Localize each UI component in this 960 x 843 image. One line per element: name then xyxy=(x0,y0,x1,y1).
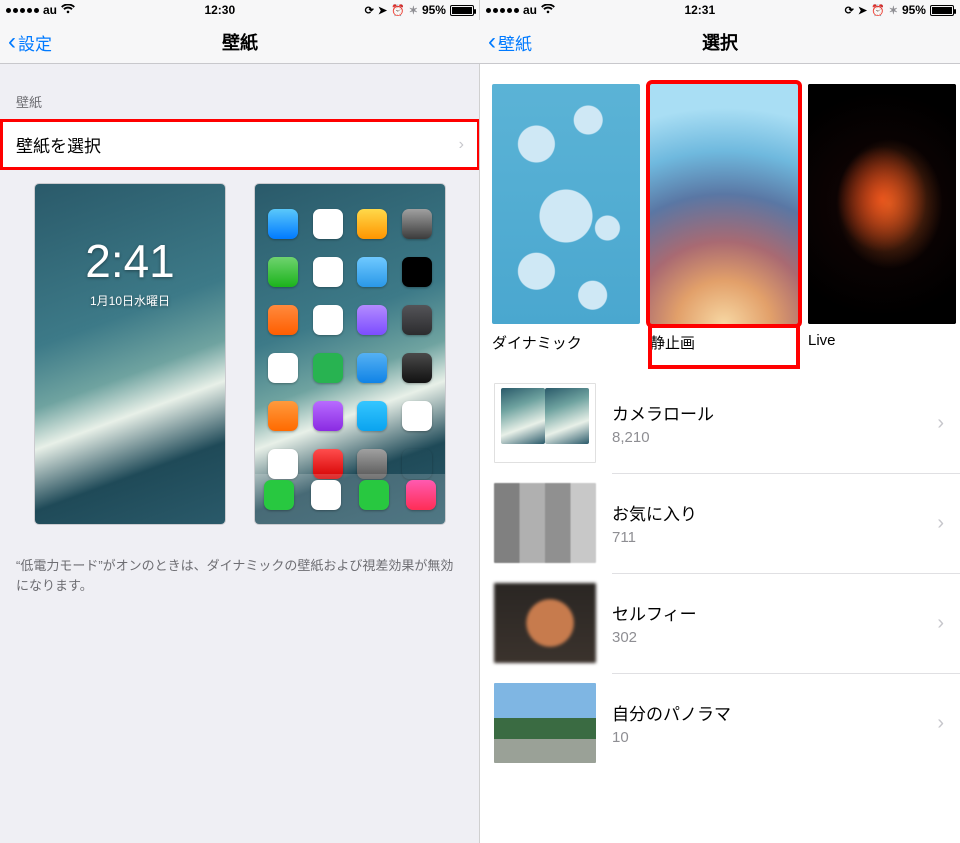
carrier-label: au xyxy=(43,3,57,17)
back-button[interactable]: ‹ 設定 xyxy=(8,20,52,64)
album-name: 自分のパノラマ xyxy=(612,700,937,725)
choose-wallpaper-label: 壁紙を選択 xyxy=(16,132,101,157)
lock-date: 1月10日水曜日 xyxy=(35,292,225,309)
home-screen-preview[interactable] xyxy=(255,184,445,524)
album-thumb xyxy=(494,683,596,763)
category-thumb xyxy=(650,84,798,324)
wallpaper-categories: ダイナミック 静止画 Live xyxy=(480,64,960,373)
chevron-right-icon: › xyxy=(459,136,464,154)
album-name: カメラロール xyxy=(612,400,937,425)
battery-icon xyxy=(930,5,954,16)
bluetooth-icon: ✶ xyxy=(409,4,418,17)
back-label: 設定 xyxy=(18,30,52,55)
chevron-right-icon: › xyxy=(937,612,946,635)
orientation-lock-icon: ⟳ xyxy=(845,4,854,17)
album-name: お気に入り xyxy=(612,500,937,525)
category-label: Live xyxy=(808,332,956,363)
lock-time: 2:41 xyxy=(35,234,225,288)
wifi-icon xyxy=(61,4,75,17)
album-count: 8,210 xyxy=(612,429,937,446)
home-app-grid xyxy=(265,204,435,474)
album-thumb xyxy=(494,583,596,663)
category-thumb xyxy=(808,84,956,324)
page-title: 壁紙 xyxy=(222,29,258,55)
category-thumb xyxy=(492,84,640,324)
bluetooth-icon: ✶ xyxy=(889,4,898,17)
location-icon: ➤ xyxy=(858,4,867,17)
chevron-right-icon: › xyxy=(937,712,946,735)
home-dock xyxy=(255,474,445,524)
section-header: 壁紙 xyxy=(0,64,480,119)
category-live[interactable]: Live xyxy=(808,84,956,367)
signal-dots-icon xyxy=(6,8,39,13)
category-label: ダイナミック xyxy=(492,332,640,367)
category-label: 静止画 xyxy=(650,332,798,367)
album-camera-roll[interactable]: カメラロール 8,210 › xyxy=(480,373,960,473)
wallpaper-preview-area: 2:41 1月10日水曜日 xyxy=(0,170,480,548)
screen-wallpaper-picker: au 12:31 ⟳ ➤ ⏰ ✶ 95% ‹ 壁紙 選択 xyxy=(480,0,960,843)
album-thumb xyxy=(494,483,596,563)
low-power-footnote: “低電力モード”がオンのときは、ダイナミックの壁紙および視差効果が無効になります… xyxy=(0,548,480,603)
choose-wallpaper-cell[interactable]: 壁紙を選択 › xyxy=(0,119,480,170)
screen-wallpaper-settings: au 12:30 ⟳ ➤ ⏰ ✶ 95% ‹ 設定 壁紙 壁紙 xyxy=(0,0,480,843)
clock: 12:31 xyxy=(684,3,715,17)
album-name: セルフィー xyxy=(612,600,937,625)
chevron-left-icon: ‹ xyxy=(488,30,496,54)
back-button[interactable]: ‹ 壁紙 xyxy=(488,20,532,64)
status-bar: au 12:30 ⟳ ➤ ⏰ ✶ 95% xyxy=(0,0,480,20)
alarm-icon: ⏰ xyxy=(871,4,885,17)
status-bar: au 12:31 ⟳ ➤ ⏰ ✶ 95% xyxy=(480,0,960,20)
album-panoramas[interactable]: 自分のパノラマ 10 › xyxy=(480,673,960,773)
nav-bar: ‹ 設定 壁紙 xyxy=(0,20,480,64)
chevron-right-icon: › xyxy=(937,412,946,435)
chevron-right-icon: › xyxy=(937,512,946,535)
signal-dots-icon xyxy=(486,8,519,13)
location-icon: ➤ xyxy=(378,4,387,17)
nav-bar: ‹ 壁紙 選択 xyxy=(480,20,960,64)
alarm-icon: ⏰ xyxy=(391,4,405,17)
album-count: 302 xyxy=(612,629,937,646)
orientation-lock-icon: ⟳ xyxy=(365,4,374,17)
carrier-label: au xyxy=(523,3,537,17)
category-still[interactable]: 静止画 xyxy=(650,84,798,367)
chevron-left-icon: ‹ xyxy=(8,30,16,54)
album-list: カメラロール 8,210 › お気に入り 711 › セルフィー 302 xyxy=(480,373,960,773)
album-favorites[interactable]: お気に入り 711 › xyxy=(480,473,960,573)
battery-pct: 95% xyxy=(422,3,446,17)
back-label: 壁紙 xyxy=(498,30,532,55)
battery-icon xyxy=(450,5,474,16)
album-count: 10 xyxy=(612,729,937,746)
album-count: 711 xyxy=(612,529,937,546)
page-title: 選択 xyxy=(702,29,738,55)
lock-screen-preview[interactable]: 2:41 1月10日水曜日 xyxy=(35,184,225,524)
wifi-icon xyxy=(541,4,555,17)
clock: 12:30 xyxy=(204,3,235,17)
album-thumb xyxy=(494,383,596,463)
battery-pct: 95% xyxy=(902,3,926,17)
category-dynamic[interactable]: ダイナミック xyxy=(492,84,640,367)
album-selfies[interactable]: セルフィー 302 › xyxy=(480,573,960,673)
